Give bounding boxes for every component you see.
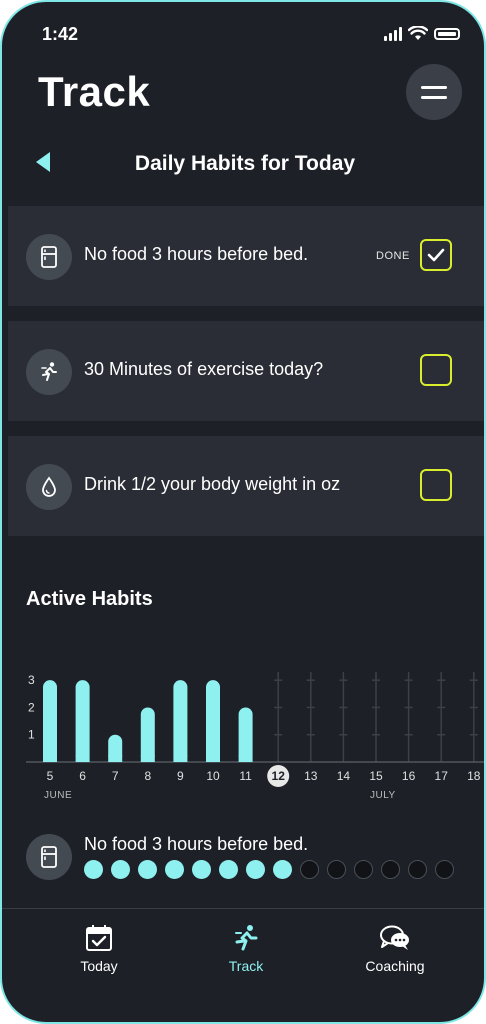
wifi-icon bbox=[408, 26, 428, 40]
habit-label: 30 Minutes of exercise today? bbox=[84, 359, 324, 379]
chart-bar-base bbox=[173, 755, 188, 762]
progress-dot-filled bbox=[219, 860, 238, 879]
checkmark-icon bbox=[427, 248, 445, 262]
progress-dot-filled bbox=[84, 860, 103, 879]
section-title: Daily Habits for Today bbox=[134, 152, 356, 175]
progress-dot-filled bbox=[111, 860, 130, 879]
nav-track-label: Track bbox=[228, 958, 264, 974]
active-habits-chart: 1235 6 7 8 9 10 11 12 13 14 15 16 17 18JUNE JULY bbox=[26, 672, 484, 801]
x-tick-label: 14 bbox=[337, 769, 351, 783]
x-tick-label: 8 bbox=[144, 769, 151, 783]
progress-dot-filled bbox=[273, 860, 292, 879]
x-tick-label: 10 bbox=[206, 769, 220, 783]
done-label: DONE bbox=[376, 250, 410, 262]
habit-label: Drink 1/2 your body weight in oz bbox=[84, 474, 341, 494]
progress-dot-filled bbox=[165, 860, 184, 879]
nav-coaching[interactable]: Coaching bbox=[335, 924, 455, 974]
progress-dot-filled bbox=[138, 860, 157, 879]
fridge-icon bbox=[26, 234, 72, 280]
habit-row-no-food[interactable]: No food 3 hours before bed. DONE bbox=[8, 206, 484, 306]
nav-track[interactable]: Track bbox=[186, 924, 306, 974]
x-tick-label: 5 bbox=[47, 769, 54, 783]
progress-dot-empty bbox=[408, 860, 427, 879]
menu-button[interactable] bbox=[406, 64, 462, 120]
status-time: 1:42 bbox=[42, 24, 79, 44]
progress-dots bbox=[84, 860, 454, 879]
x-tick-label: 17 bbox=[435, 769, 449, 783]
x-tick-label: 7 bbox=[112, 769, 119, 783]
nav-divider bbox=[2, 908, 484, 909]
x-tick-label: 11 bbox=[239, 769, 252, 783]
chart-bar-base bbox=[206, 755, 220, 762]
x-tick-label: 18 bbox=[467, 769, 481, 783]
progress-dot-empty bbox=[381, 860, 400, 879]
y-tick-label: 2 bbox=[28, 700, 35, 714]
signal-icon bbox=[384, 26, 402, 41]
chart-bar bbox=[173, 680, 188, 762]
y-tick-label: 3 bbox=[28, 673, 35, 687]
nav-coaching-label: Coaching bbox=[365, 958, 425, 974]
chart-bar-base bbox=[238, 755, 253, 762]
x-tick-label: 9 bbox=[177, 769, 184, 783]
habit-row-water[interactable]: Drink 1/2 your body weight in oz bbox=[8, 436, 484, 536]
progress-dot-empty bbox=[300, 860, 319, 879]
habit-checkbox-checked[interactable] bbox=[420, 239, 452, 271]
month-label: JULY bbox=[370, 790, 396, 801]
x-tick-label: 16 bbox=[402, 769, 416, 783]
chart-bar bbox=[206, 680, 220, 762]
runner-icon bbox=[26, 349, 72, 395]
x-tick-label: 15 bbox=[369, 769, 383, 783]
water-drop-icon bbox=[26, 464, 72, 510]
chart-bar-base bbox=[108, 755, 123, 762]
progress-dot-filled bbox=[246, 860, 265, 879]
nav-today[interactable]: Today bbox=[39, 924, 159, 974]
status-icons bbox=[384, 26, 460, 41]
runner-icon bbox=[235, 925, 258, 951]
y-tick-label: 1 bbox=[28, 728, 35, 742]
progress-dot-empty bbox=[354, 860, 373, 879]
habit-checkbox[interactable] bbox=[420, 354, 452, 386]
progress-dot-filled bbox=[192, 860, 211, 879]
habit-row-exercise[interactable]: 30 Minutes of exercise today? bbox=[8, 321, 484, 421]
calendar-check-icon bbox=[86, 925, 112, 951]
battery-icon bbox=[434, 27, 460, 40]
chart-bar bbox=[75, 680, 90, 762]
chart-bar bbox=[43, 680, 57, 762]
phone-screen: 1:42 Track Daily Habits for Today No foo… bbox=[0, 0, 486, 1024]
x-tick-label: 13 bbox=[304, 769, 318, 783]
chart-bar-base bbox=[43, 755, 57, 762]
chart-bar-base bbox=[140, 755, 155, 762]
chart-bar-base bbox=[75, 755, 90, 762]
habit-label: No food 3 hours before bed. bbox=[84, 244, 309, 264]
month-label: JUNE bbox=[44, 790, 72, 801]
chat-bubbles-icon bbox=[380, 925, 409, 950]
nav-today-label: Today bbox=[80, 958, 118, 974]
chart-bar bbox=[238, 707, 253, 762]
habit-checkbox[interactable] bbox=[420, 469, 452, 501]
progress-dot-empty bbox=[435, 860, 454, 879]
progress-dot-empty bbox=[327, 860, 346, 879]
active-habits-title: Active Habits bbox=[26, 588, 153, 610]
page-title: Track bbox=[38, 68, 151, 115]
fridge-icon bbox=[26, 834, 72, 880]
x-tick-label: 12 bbox=[272, 769, 286, 783]
chart-bar bbox=[140, 707, 155, 762]
x-tick-label: 6 bbox=[79, 769, 86, 783]
progress-habit-label: No food 3 hours before bed. bbox=[84, 834, 309, 854]
